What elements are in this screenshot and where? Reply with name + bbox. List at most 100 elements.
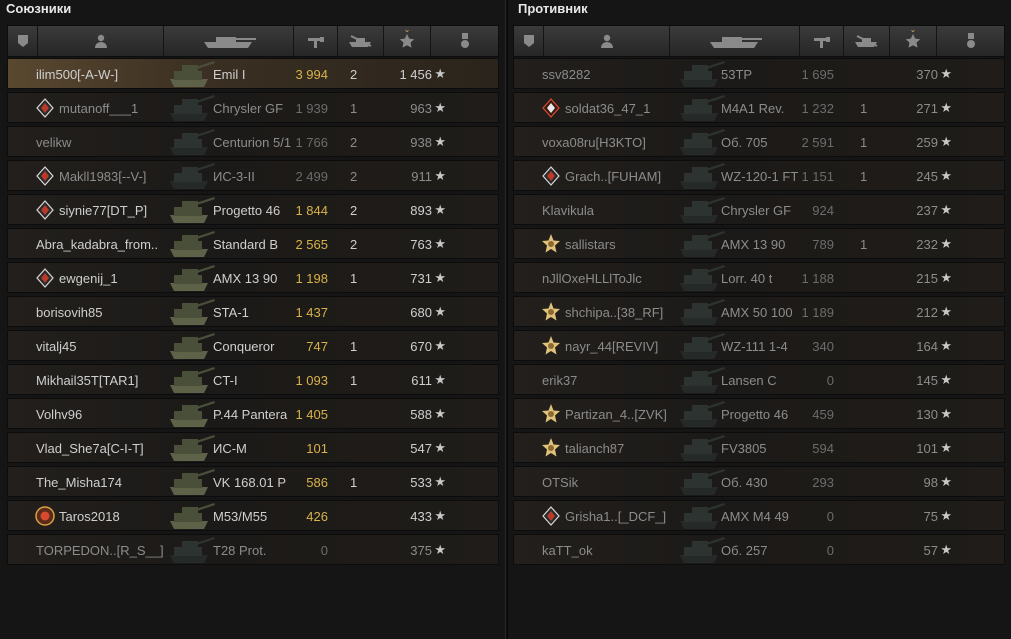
player-name: borisovih85 (36, 305, 103, 320)
kills-value: 1 (350, 475, 358, 490)
damage-value: 101 (306, 441, 328, 456)
kills-value: 2 (350, 237, 358, 252)
experience-value: 98 (923, 475, 938, 490)
enemies-header: ⌄ (513, 25, 1005, 57)
star-icon: ★ (940, 236, 952, 251)
kills-icon[interactable] (338, 26, 384, 56)
tank-name: M4A1 Rev. (721, 101, 785, 116)
damage-value: 0 (826, 373, 834, 388)
tank-name: STA-1 (213, 305, 249, 320)
player-name: Grisha1..[_DCF_] (565, 509, 667, 524)
tank-name: AMX 13 90 (721, 237, 786, 252)
star-icon: ★ (940, 372, 952, 387)
experience-star-icon[interactable]: ⌄ (384, 25, 431, 56)
star-icon: ★ (940, 100, 952, 115)
ally-row[interactable]: borisovih85 STA-1 1 437 680 ★ (7, 296, 499, 327)
player-icon[interactable] (38, 26, 164, 56)
enemy-row[interactable]: talianch87 FV3805 594 101 ★ (513, 432, 1005, 463)
ally-row[interactable]: Taros2018 M53/M55 426 433 ★ (7, 500, 499, 531)
kills-value: 1 (350, 101, 358, 116)
damage-value: 1 437 (295, 305, 328, 320)
damage-value: 789 (812, 237, 834, 252)
ally-row[interactable]: Makll1983[--V-] ИС-3-II 2 499 2 911 ★ (7, 160, 499, 191)
experience-value: 164 (916, 339, 938, 354)
ally-row[interactable]: TORPEDON..[R_S__] T28 Prot. 0 375 ★ (7, 534, 499, 565)
ally-row[interactable]: ewgenij_1 AMX 13 90 1 198 1 731 ★ (7, 262, 499, 293)
experience-value: 271 (916, 101, 938, 116)
enemy-row[interactable]: voxa08ru[H3KTO] Об. 705 2 591 1 259 ★ (513, 126, 1005, 157)
enemy-row[interactable]: Grach..[FUHAM] WZ-120-1 FT 1 151 1 245 ★ (513, 160, 1005, 191)
kills-value: 1 (860, 169, 868, 184)
player-name: kaTT_ok (542, 543, 593, 558)
enemy-row[interactable]: nJllOxeHLLlToJlc Lorr. 40 t 1 188 215 ★ (513, 262, 1005, 293)
experience-value: 130 (916, 407, 938, 422)
player-name: Volhv96 (36, 407, 83, 422)
damage-value: 747 (306, 339, 328, 354)
ally-row[interactable]: The_Misha174 VK 168.01 P 586 1 533 ★ (7, 466, 499, 497)
star-icon: ★ (434, 202, 446, 217)
player-name: velikw (36, 135, 72, 150)
damage-value: 0 (320, 543, 328, 558)
kills-value: 1 (350, 339, 358, 354)
enemy-row[interactable]: shchipa..[38_RF] AMX 50 100 1 189 212 ★ (513, 296, 1005, 327)
experience-value: 938 (410, 135, 432, 150)
enemy-row[interactable]: Klavikula Chrysler GF 924 237 ★ (513, 194, 1005, 225)
ally-row[interactable]: ilim500[-A-W-] Emil I 3 994 2 1 456 ★ (7, 58, 499, 89)
player-icon[interactable] (544, 26, 670, 56)
player-name: Makll1983[--V-] (59, 169, 147, 184)
enemy-row[interactable]: soldat36_47_1 M4A1 Rev. 1 232 1 271 ★ (513, 92, 1005, 123)
ally-row[interactable]: Vlad_She7a[C-I-T] ИС-М 101 547 ★ (7, 432, 499, 463)
vehicle-type-icon[interactable] (8, 26, 38, 56)
ally-row[interactable]: Abra_kadabra_from.. Standard B 2 565 2 763 ★ (7, 228, 499, 259)
vehicle-type-icon[interactable] (514, 26, 544, 56)
experience-value: 611 (411, 373, 432, 388)
enemy-row[interactable]: kaTT_ok Об. 257 0 57 ★ (513, 534, 1005, 565)
tank-name: Progetto 46 (213, 203, 281, 218)
damage-icon[interactable] (800, 26, 844, 56)
kills-value: 2 (350, 203, 358, 218)
experience-value: 370 (916, 67, 938, 82)
enemy-row[interactable]: sallistars AMX 13 90 789 1 232 ★ (513, 228, 1005, 259)
player-name: OTSik (542, 475, 579, 490)
ally-row[interactable]: Mikhail35T[TAR1] CT-I 1 093 1 611 ★ (7, 364, 499, 395)
ally-row[interactable]: vitalj45 Conqueror 747 1 670 ★ (7, 330, 499, 361)
tank-name: FV3805 (721, 441, 767, 456)
tank-icon[interactable] (670, 26, 800, 56)
kills-icon[interactable] (844, 26, 890, 56)
damage-value: 426 (306, 509, 328, 524)
medal-icon[interactable] (937, 26, 1004, 56)
allies-header: ⌄ (7, 25, 499, 57)
tank-name: Conqueror (213, 339, 275, 354)
damage-value: 2 499 (295, 169, 328, 184)
experience-value: 75 (923, 509, 938, 524)
damage-value: 1 189 (801, 305, 834, 320)
player-name: nJllOxeHLLlToJlc (542, 271, 642, 286)
tank-name: Chrysler GF (721, 203, 792, 218)
enemy-row[interactable]: ssv8282 53TP 1 695 370 ★ (513, 58, 1005, 89)
damage-icon[interactable] (294, 26, 338, 56)
star-icon: ★ (940, 134, 952, 149)
enemy-row[interactable]: OTSik Об. 430 293 98 ★ (513, 466, 1005, 497)
damage-value: 0 (826, 543, 834, 558)
tank-name: Chrysler GF (213, 101, 284, 116)
damage-value: 1 844 (295, 203, 328, 218)
ally-row[interactable]: siynie77[DT_P] Progetto 46 1 844 2 893 ★ (7, 194, 499, 225)
experience-value: 1 456 (399, 67, 432, 82)
medal-icon[interactable] (431, 26, 498, 56)
enemy-row[interactable]: Grisha1..[_DCF_] AMX M4 49 0 75 ★ (513, 500, 1005, 531)
experience-value: 237 (916, 203, 938, 218)
experience-value: 893 (410, 203, 432, 218)
ally-row[interactable]: Volhv96 P.44 Pantera 1 405 588 ★ (7, 398, 499, 429)
enemy-row[interactable]: erik37 Lansen C 0 145 ★ (513, 364, 1005, 395)
enemy-row[interactable]: nayr_44[REVIV] WZ-111 1-4 340 164 ★ (513, 330, 1005, 361)
experience-star-icon[interactable]: ⌄ (890, 25, 937, 56)
enemy-row[interactable]: Partizan_4..[ZVK] Progetto 46 459 130 ★ (513, 398, 1005, 429)
tank-icon[interactable] (164, 26, 294, 56)
ally-row[interactable]: mutanoff___1 Chrysler GF 1 939 1 963 ★ (7, 92, 499, 123)
damage-value: 1 939 (295, 101, 328, 116)
kills-value: 1 (860, 135, 868, 150)
kills-value: 2 (350, 135, 358, 150)
tank-name: M53/M55 (213, 509, 268, 524)
ally-row[interactable]: velikw Centurion 5/1 1 766 2 938 ★ (7, 126, 499, 157)
sort-indicator-icon: ⌄ (909, 25, 917, 34)
